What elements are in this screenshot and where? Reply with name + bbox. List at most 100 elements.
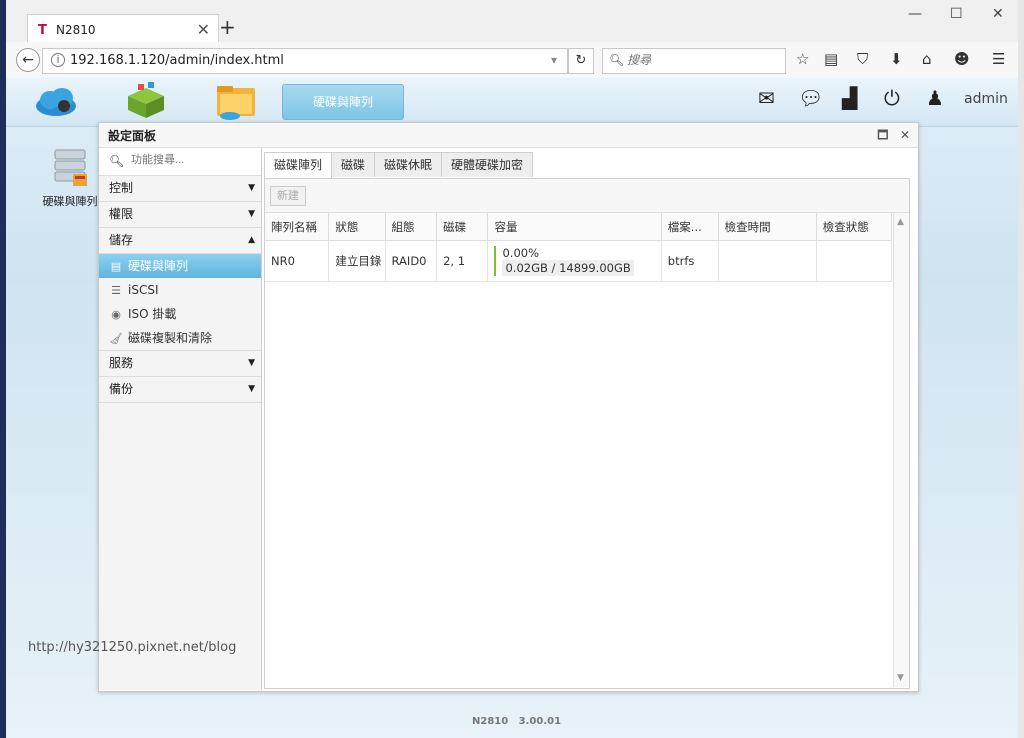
sidebar-item-label: iSCSI xyxy=(128,283,159,297)
background-desktop-right xyxy=(1018,0,1024,738)
tab-disk-array[interactable]: 磁碟陣列 xyxy=(264,152,333,178)
chat-icon[interactable]: ☻ xyxy=(954,50,970,68)
raid-table: 陣列名稱 狀態 組態 磁碟 容量 檔案... 檢查時間 檢查狀態 NR0 建立目… xyxy=(265,213,893,282)
column-header[interactable]: 容量 xyxy=(487,213,662,241)
capacity-bar: 0.00%0.02GB / 14899.00GB xyxy=(494,246,659,276)
back-icon[interactable]: ← xyxy=(16,48,40,72)
download-icon[interactable]: ⬇ xyxy=(890,50,903,68)
sidebar-item-iso-mount[interactable]: ◉ ISO 掛載 xyxy=(99,302,261,326)
expand-arrow-icon: ▼ xyxy=(248,384,255,394)
section-label: 服務 xyxy=(109,356,134,370)
cloud-app-icon[interactable] xyxy=(34,82,78,120)
cell-disks: 2, 1 xyxy=(436,240,489,282)
scroll-down-icon[interactable]: ▼ xyxy=(897,673,904,683)
section-services[interactable]: 服務 ▼ xyxy=(99,351,261,377)
message-icon[interactable]: ✉ xyxy=(758,86,775,110)
watermark-text: http://hy321250.pixnet.net/blog xyxy=(28,640,237,655)
expand-arrow-icon: ▼ xyxy=(248,209,255,219)
settings-sidebar: 🔍︎ 控制 ▼ 權限 ▼ 儲存 ▲ ▤ 硬碟與陣列 xyxy=(99,148,262,690)
sidebar-item-disk-array[interactable]: ▤ 硬碟與陣列 xyxy=(99,254,261,278)
minimize-icon[interactable]: — xyxy=(908,6,922,22)
expand-arrow-icon: ▼ xyxy=(248,183,255,193)
search-icon: 🔍︎ xyxy=(109,154,125,168)
disc-icon: ◉ xyxy=(111,308,121,321)
sidebar-item-disk-clone[interactable]: 🧹︎ 磁碟複製和清除 xyxy=(99,326,261,351)
column-header[interactable]: 檔案... xyxy=(661,213,719,241)
menu-icon[interactable]: ☰ xyxy=(992,50,1005,68)
close-panel-icon[interactable]: ✕ xyxy=(900,128,910,142)
active-app-tab[interactable]: 硬碟與陣列 xyxy=(282,84,404,120)
app-topbar: 硬碟與陣列 ✉ 💬︎ ▟ ⏻ ♟ admin xyxy=(6,78,1018,127)
power-icon[interactable]: ⏻ xyxy=(884,86,900,110)
desktop-shortcut-label: 硬碟與陣列 xyxy=(42,195,98,208)
model-name: N2810 xyxy=(472,716,509,727)
cell-check-status xyxy=(816,240,893,282)
close-window-icon[interactable]: ✕ xyxy=(992,6,1004,22)
sidebar-item-label: ISO 掛載 xyxy=(128,307,177,321)
firmware-version: 3.00.01 xyxy=(518,716,562,727)
section-permissions[interactable]: 權限 ▼ xyxy=(99,202,261,228)
disk-icon: ▤ xyxy=(110,260,122,273)
search-input[interactable] xyxy=(625,52,779,68)
desktop-shortcut[interactable]: 硬碟與陣列 xyxy=(40,148,100,209)
section-backup[interactable]: 備份 ▼ xyxy=(99,377,261,403)
broom-icon: 🧹︎ xyxy=(109,332,123,345)
cell-check-time xyxy=(718,240,817,282)
app-center-icon[interactable] xyxy=(124,82,168,120)
table-header-row: 陣列名稱 狀態 組態 磁碟 容量 檔案... 檢查時間 檢查狀態 xyxy=(265,213,893,241)
section-label: 控制 xyxy=(109,181,134,195)
server-icon: ☰ xyxy=(111,284,121,297)
function-search-input[interactable] xyxy=(129,153,253,167)
resource-monitor-icon[interactable]: ▟ xyxy=(842,86,857,110)
column-header[interactable]: 檢查狀態 xyxy=(816,213,893,241)
cell-config: RAID0 xyxy=(385,240,438,282)
maximize-icon[interactable]: ☐ xyxy=(950,6,963,22)
bookmark-star-icon[interactable]: ☆ xyxy=(796,50,809,68)
column-header[interactable]: 檢查時間 xyxy=(718,213,817,241)
column-header[interactable]: 狀態 xyxy=(328,213,386,241)
new-button[interactable]: 新建 xyxy=(270,186,306,206)
reading-list-icon[interactable]: ▤ xyxy=(824,50,838,68)
search-box[interactable]: 🔍︎ xyxy=(602,48,786,74)
username[interactable]: admin xyxy=(964,91,1008,107)
section-control[interactable]: 控制 ▼ xyxy=(99,176,261,202)
tab-hardware-encryption[interactable]: 硬體硬碟加密 xyxy=(441,152,534,177)
tab-disk-sleep[interactable]: 磁碟休眠 xyxy=(374,152,443,177)
new-tab-icon[interactable]: + xyxy=(219,15,236,39)
column-header[interactable]: 磁碟 xyxy=(436,213,489,241)
pocket-icon[interactable]: ⛉ xyxy=(857,50,868,68)
scroll-up-icon[interactable]: ▲ xyxy=(897,217,904,227)
section-storage[interactable]: 儲存 ▲ xyxy=(99,228,261,254)
usage-percent: 0.00% xyxy=(502,246,540,260)
content-tabs: 磁碟陣列 磁碟 磁碟休眠 硬體硬碟加密 xyxy=(264,152,534,178)
column-header[interactable]: 陣列名稱 xyxy=(265,213,330,241)
info-icon[interactable]: i xyxy=(51,53,65,67)
vertical-scrollbar[interactable]: ▲ ▼ xyxy=(893,213,909,687)
url-bar[interactable]: i 192.168.1.120/admin/index.html ▾ xyxy=(42,48,568,74)
restore-icon[interactable]: 🗖︎ xyxy=(877,128,888,142)
tab-title: N2810 xyxy=(56,23,96,37)
tab-disks[interactable]: 磁碟 xyxy=(331,152,376,177)
sidebar-item-iscsi[interactable]: ☰ iSCSI xyxy=(99,278,261,302)
section-label: 權限 xyxy=(109,207,134,221)
nas-web-ui: 硬碟與陣列 ✉ 💬︎ ▟ ⏻ ♟ admin 硬碟與陣列 設定面板 🗖︎ ✕ 🔍… xyxy=(6,78,1018,738)
table-row[interactable]: NR0 建立目錄 RAID0 2, 1 0.00%0.02GB / 14899.… xyxy=(265,240,893,282)
browser-window: T N2810 ✕ + — ☐ ✕ ← i 192.168.1.120/admi… xyxy=(6,0,1018,738)
home-icon[interactable]: ⌂ xyxy=(922,50,932,68)
column-header[interactable]: 組態 xyxy=(385,213,438,241)
browser-tab[interactable]: T N2810 ✕ xyxy=(27,14,219,45)
search-icon: 🔍︎ xyxy=(609,53,625,67)
firmware-footer: N2810 3.00.01 xyxy=(472,716,561,727)
cell-filesystem: btrfs xyxy=(661,240,719,282)
function-search[interactable]: 🔍︎ xyxy=(99,148,261,176)
reload-icon[interactable]: ↻ xyxy=(568,48,594,74)
section-label: 備份 xyxy=(109,382,134,396)
navigation-bar: ← i 192.168.1.120/admin/index.html ▾ ↻ 🔍… xyxy=(6,42,1018,79)
user-icon[interactable]: ♟ xyxy=(926,86,944,110)
chat-bubbles-icon[interactable]: 💬︎ xyxy=(798,86,823,110)
section-label: 儲存 xyxy=(109,233,134,247)
url-dropdown-icon[interactable]: ▾ xyxy=(551,53,557,67)
close-tab-icon[interactable]: ✕ xyxy=(197,20,210,39)
content-toolbar: 新建 xyxy=(265,179,909,213)
file-manager-icon[interactable] xyxy=(214,82,258,120)
